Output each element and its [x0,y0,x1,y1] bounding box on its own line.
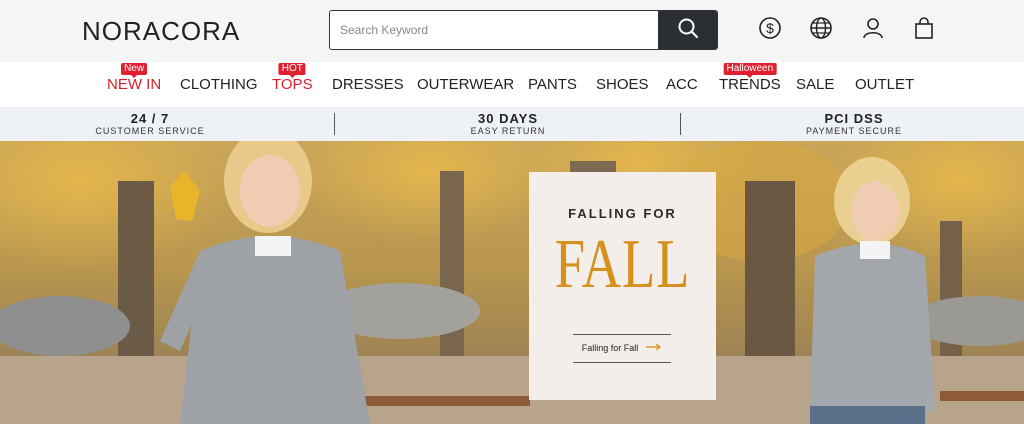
service-subtitle: CUSTOMER SERVICE [95,126,205,136]
currency-button[interactable]: $ [757,16,783,45]
nav-badge: Halloween [723,63,777,78]
nav-item-label: OUTLET [855,76,915,93]
nav-item-pants[interactable]: PANTS [528,76,577,93]
nav-badge: HOT [278,63,306,78]
service-subtitle: PAYMENT SECURE [805,126,902,136]
nav-item-shoes[interactable]: SHOES [596,76,649,93]
nav-item-clothing[interactable]: CLOTHING [180,76,258,93]
main-nav: New NEW IN CLOTHING HOT TOPS DRESSES OUT… [0,62,1024,107]
service-item-payment-secure: PCI DSS PAYMENT SECURE [704,111,1004,137]
promo-overline: FALLING FOR [568,206,677,221]
nav-item-label: ACC [666,76,698,93]
user-icon [861,16,885,45]
nav-item-label: TOPS [272,76,313,93]
promo-link[interactable]: Falling for Fall [573,343,671,353]
service-item-easy-return: 30 DAYS EASY RETURN [358,111,658,137]
nav-badge: New [121,63,148,78]
service-divider [680,113,681,135]
nav-item-label: NEW IN [107,76,162,93]
search-button[interactable] [658,11,717,49]
service-title: 24 / 7 [130,111,170,126]
nav-item-new-in[interactable]: New NEW IN [107,63,162,93]
search-icon [677,17,699,44]
nav-item-outerwear[interactable]: OUTERWEAR [417,76,514,93]
nav-item-trends[interactable]: Halloween TRENDS [719,63,781,93]
nav-item-tops[interactable]: HOT TOPS [272,63,313,93]
nav-item-label: TRENDS [719,76,781,93]
site-logo[interactable]: NORACORA [82,16,240,47]
promo-divider [573,334,671,335]
promo-divider [573,362,671,363]
globe-icon [809,16,833,45]
service-divider [334,113,335,135]
nav-item-label: SALE [796,76,835,93]
svg-text:$: $ [766,20,774,36]
cart-button[interactable] [911,16,937,45]
promo-headline: FALL [554,226,691,303]
service-subtitle: EASY RETURN [470,126,546,136]
nav-item-acc[interactable]: ACC [666,76,698,93]
account-button[interactable] [860,17,886,43]
hero-background-image [0,141,1024,424]
service-title: PCI DSS [824,111,884,126]
service-bar: 24 / 7 CUSTOMER SERVICE 30 DAYS EASY RET… [0,107,1024,141]
service-item-customer-service: 24 / 7 CUSTOMER SERVICE [0,111,300,137]
site-header: NORACORA $ [0,0,1024,62]
nav-item-label: SHOES [596,76,649,93]
promo-link-label: Falling for Fall [581,343,639,353]
currency-dollar-icon: $ [758,16,782,45]
nav-item-label: PANTS [528,76,577,93]
nav-item-label: DRESSES [332,76,404,93]
language-button[interactable] [808,16,834,45]
nav-item-dresses[interactable]: DRESSES [332,76,404,93]
arrow-right-icon [646,343,662,353]
hero-banner[interactable]: FALLING FOR FALL Falling for Fall [0,141,1024,424]
service-title: 30 DAYS [478,111,538,126]
nav-item-label: OUTERWEAR [417,76,515,93]
nav-item-label: CLOTHING [180,76,258,93]
search-input[interactable] [330,11,659,49]
search-bar [329,10,718,50]
nav-item-sale[interactable]: SALE [796,76,834,93]
shopping-bag-icon [912,16,936,45]
promo-card: FALLING FOR FALL Falling for Fall [529,172,716,400]
nav-item-outlet[interactable]: OUTLET [855,76,914,93]
